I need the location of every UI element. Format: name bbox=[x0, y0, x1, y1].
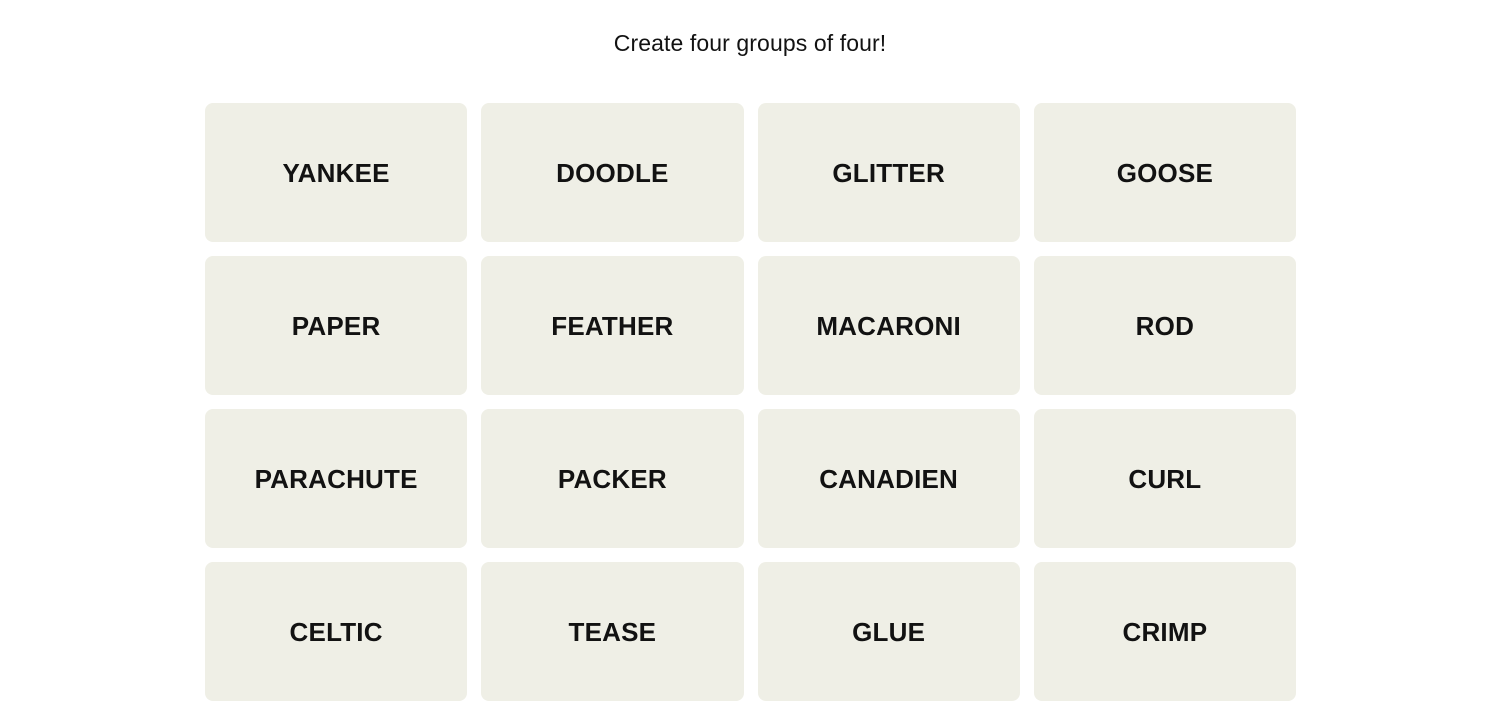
word-tile-label: GLITTER bbox=[832, 157, 945, 188]
word-tile-glitter[interactable]: GLITTER bbox=[757, 103, 1020, 242]
word-tile-yankee[interactable]: YANKEE bbox=[205, 103, 468, 242]
word-tile-celtic[interactable]: CELTIC bbox=[205, 562, 468, 701]
word-tile-label: YANKEE bbox=[282, 157, 390, 188]
word-tile-doodle[interactable]: DOODLE bbox=[481, 103, 744, 242]
word-tile-packer[interactable]: PACKER bbox=[481, 409, 744, 548]
word-tile-label: TEASE bbox=[568, 616, 657, 647]
word-tile-canadien[interactable]: CANADIEN bbox=[757, 409, 1020, 548]
connections-game-page: Create four groups of four! YANKEE DOODL… bbox=[0, 0, 1500, 714]
instruction-text: Create four groups of four! bbox=[613, 29, 887, 56]
word-tile-paper[interactable]: PAPER bbox=[205, 256, 468, 395]
word-tile-label: PARACHUTE bbox=[254, 463, 418, 494]
word-tile-label: CELTIC bbox=[289, 616, 383, 647]
word-tile-label: MACARONI bbox=[816, 310, 961, 341]
word-tile-label: CURL bbox=[1128, 463, 1202, 494]
word-tile-curl[interactable]: CURL bbox=[1033, 409, 1296, 548]
word-tile-rod[interactable]: ROD bbox=[1033, 256, 1296, 395]
word-tile-label: DOODLE bbox=[556, 157, 669, 188]
word-tile-label: PACKER bbox=[557, 463, 667, 494]
word-tile-label: ROD bbox=[1135, 310, 1195, 341]
word-tile-macaroni[interactable]: MACARONI bbox=[757, 256, 1020, 395]
instruction-banner: Create four groups of four! bbox=[0, 0, 1500, 86]
word-tile-glue[interactable]: GLUE bbox=[757, 562, 1020, 701]
word-tile-goose[interactable]: GOOSE bbox=[1033, 103, 1296, 242]
word-tile-tease[interactable]: TEASE bbox=[481, 562, 744, 701]
word-tile-label: GLUE bbox=[852, 616, 926, 647]
word-tile-parachute[interactable]: PARACHUTE bbox=[205, 409, 468, 548]
word-tile-label: PAPER bbox=[291, 310, 381, 341]
word-tile-feather[interactable]: FEATHER bbox=[481, 256, 744, 395]
word-tile-label: CANADIEN bbox=[819, 463, 959, 494]
word-tile-label: GOOSE bbox=[1116, 157, 1214, 188]
word-tile-crimp[interactable]: CRIMP bbox=[1033, 562, 1296, 701]
puzzle-grid: YANKEE DOODLE GLITTER GOOSE PAPER FEATHE… bbox=[205, 103, 1296, 701]
word-tile-label: CRIMP bbox=[1122, 616, 1208, 647]
word-tile-label: FEATHER bbox=[551, 310, 674, 341]
